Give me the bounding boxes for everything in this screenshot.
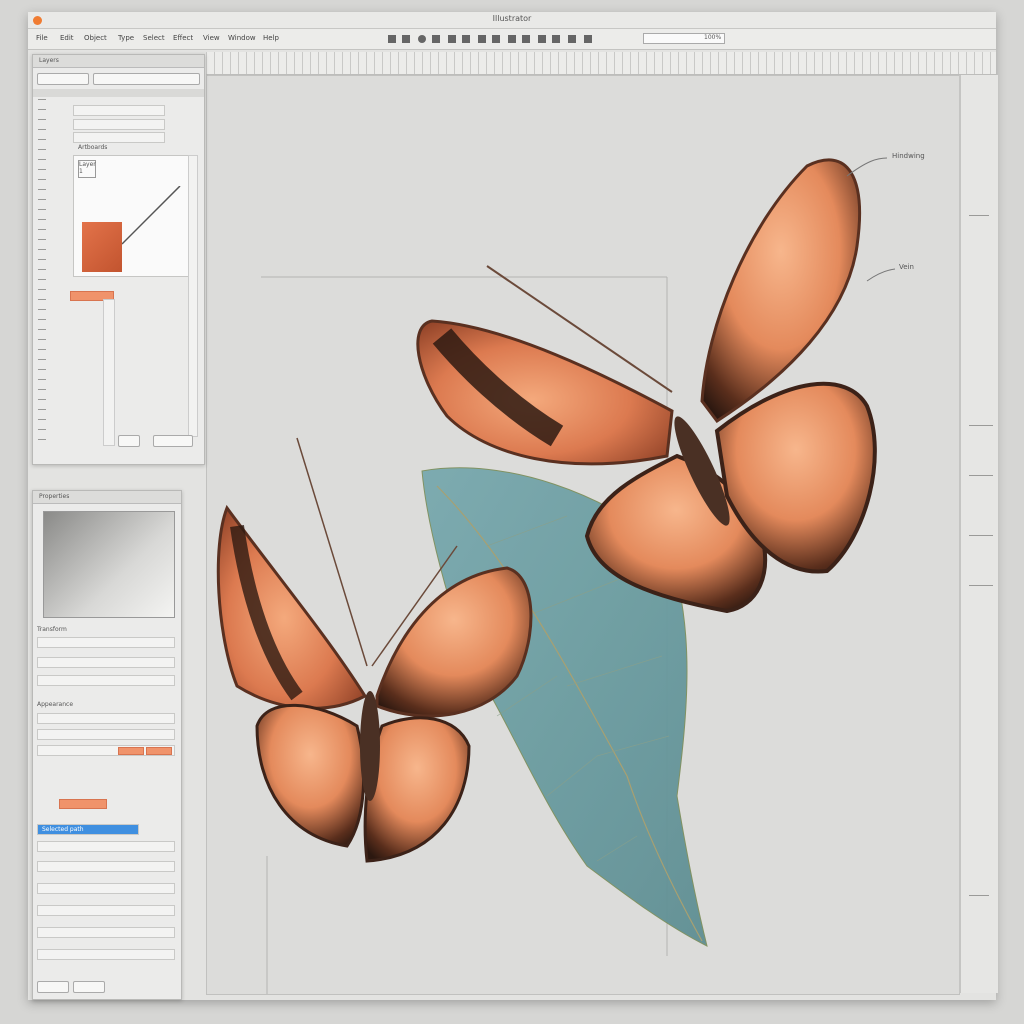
window-title: Illustrator xyxy=(492,14,532,23)
artboard-canvas[interactable]: Hindwing Vein xyxy=(206,75,960,995)
layer-row[interactable] xyxy=(73,119,165,130)
toolbar-icon-strip xyxy=(388,35,592,43)
delete-layer-button[interactable] xyxy=(153,435,193,447)
transform-label: Transform xyxy=(37,626,67,633)
property-row[interactable] xyxy=(37,713,175,724)
highlight-chip[interactable] xyxy=(59,799,107,809)
layers-panel-title: Layers xyxy=(39,57,59,64)
butterfly-artwork xyxy=(216,157,896,994)
horizontal-ruler xyxy=(206,52,996,75)
layers-divider xyxy=(33,89,204,97)
add-layer-button[interactable] xyxy=(118,435,140,447)
menu-view[interactable]: View xyxy=(203,33,220,44)
property-row[interactable] xyxy=(37,657,175,668)
main-toolbar: File Edit Object Type Select Effect View… xyxy=(28,29,996,50)
layer-row[interactable] xyxy=(73,132,165,143)
menu-file[interactable]: File xyxy=(36,33,48,44)
panel-button[interactable] xyxy=(37,981,69,993)
property-row[interactable] xyxy=(37,949,175,960)
title-bar: Illustrator xyxy=(28,12,996,29)
menu-type[interactable]: Type xyxy=(118,33,134,44)
menu-object[interactable]: Object xyxy=(84,33,107,44)
layers-panel: Layers Artboards Layer 1 xyxy=(32,54,205,465)
fill-swatch[interactable] xyxy=(118,747,144,755)
color-row[interactable] xyxy=(37,745,175,756)
layers-search-field[interactable] xyxy=(93,73,200,85)
hand-icon xyxy=(432,35,440,43)
menu-help[interactable]: Help xyxy=(263,33,279,44)
preview-scrollbar[interactable] xyxy=(188,155,198,437)
layers-tab-button[interactable] xyxy=(37,73,89,85)
layers-panel-header: Layers xyxy=(33,55,204,68)
layer-row[interactable] xyxy=(73,105,165,116)
panel-button[interactable] xyxy=(73,981,105,993)
layer-preview-box: Layer 1 xyxy=(73,155,193,277)
menu-edit[interactable]: Edit xyxy=(60,33,74,44)
layers-scrollbar[interactable] xyxy=(103,299,115,446)
properties-panel-title: Properties xyxy=(39,493,70,500)
properties-panel-header: Properties xyxy=(33,491,181,504)
property-row[interactable] xyxy=(37,861,175,872)
property-row[interactable] xyxy=(37,905,175,916)
property-row[interactable] xyxy=(37,729,175,740)
preview-tag: Layer 1 xyxy=(78,160,96,178)
appearance-label: Appearance xyxy=(37,701,74,708)
selected-row[interactable]: Selected path xyxy=(37,824,139,835)
menu-select[interactable]: Select xyxy=(143,33,165,44)
artboards-label: Artboards xyxy=(78,144,108,151)
zoom-icon xyxy=(418,35,426,43)
right-panel-strip xyxy=(959,75,998,993)
arrow-icon xyxy=(402,35,410,43)
annotation-top: Hindwing xyxy=(892,152,925,160)
property-row[interactable] xyxy=(37,883,175,894)
pen-icon xyxy=(388,35,396,43)
layer-thumbnail xyxy=(82,222,122,272)
zoom-field[interactable]: 100% xyxy=(643,33,725,44)
menu-effect[interactable]: Effect xyxy=(173,33,193,44)
property-row[interactable] xyxy=(37,927,175,938)
zoom-value: 100% xyxy=(704,34,722,41)
thumbnail-pointer xyxy=(122,186,181,245)
property-row[interactable] xyxy=(37,675,175,686)
navigator-preview[interactable] xyxy=(43,511,175,618)
property-row[interactable] xyxy=(37,841,175,852)
selected-row-label: Selected path xyxy=(42,826,84,833)
stroke-swatch[interactable] xyxy=(146,747,172,755)
vertical-ruler xyxy=(38,99,46,444)
annotation-mid: Vein xyxy=(899,263,914,271)
properties-panel: Properties Transform Appearance Selected… xyxy=(32,490,182,1000)
menu-window[interactable]: Window xyxy=(228,33,256,44)
property-row[interactable] xyxy=(37,637,175,648)
